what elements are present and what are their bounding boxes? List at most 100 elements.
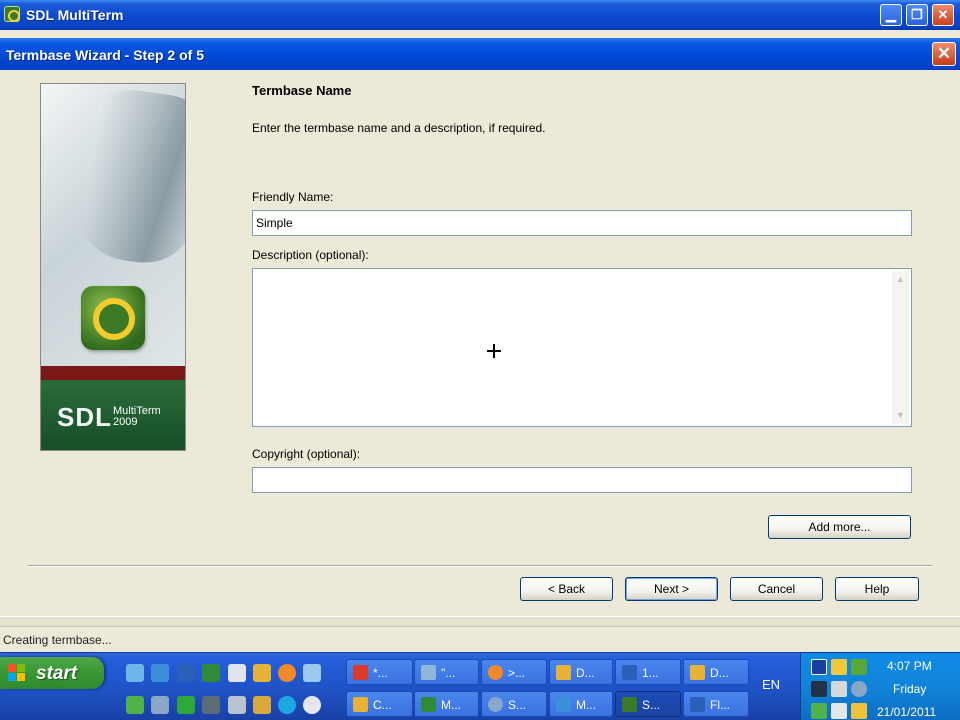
taskbar-button[interactable]: D... <box>683 659 749 685</box>
task-label: *... <box>373 666 388 680</box>
network-icon <box>421 665 436 680</box>
next-button[interactable]: Next > <box>625 577 718 601</box>
dialog-close-button[interactable]: ✕ <box>932 42 956 66</box>
system-tray: 4:07 PM Friday 21/01/2011 <box>800 653 960 720</box>
taskbar-button-active[interactable]: S... <box>615 691 681 717</box>
scroll-up-icon[interactable]: ▲ <box>892 271 909 288</box>
task-label: M... <box>441 698 461 712</box>
firefox-icon[interactable] <box>278 664 296 682</box>
friendly-name-label: Friendly Name: <box>252 190 334 204</box>
ie-icon[interactable] <box>126 664 144 682</box>
taskbar-button[interactable]: M... <box>549 691 613 717</box>
sdl-brand-text: SDL <box>57 402 112 432</box>
instructions-text: Enter the termbase name and a descriptio… <box>252 121 546 135</box>
app-title-bar[interactable]: SDL MultiTerm ▁ ❐ ✕ <box>0 0 960 30</box>
taskbar-button[interactable]: M... <box>414 691 479 717</box>
back-button[interactable]: < Back <box>520 577 613 601</box>
task-label: S... <box>508 698 527 712</box>
word-icon <box>622 665 637 680</box>
task-label: 1... <box>642 666 659 680</box>
media-icon[interactable] <box>202 696 220 714</box>
folder-icon <box>556 665 571 680</box>
app-close-button[interactable]: ✕ <box>932 4 954 26</box>
globe-icon <box>488 697 503 712</box>
status-text: Creating termbase... <box>3 633 112 647</box>
close-icon: ✕ <box>937 7 949 22</box>
task-label: "... <box>441 666 456 680</box>
monitor-icon[interactable] <box>811 681 827 697</box>
shield-icon[interactable] <box>851 703 867 719</box>
scroll-down-icon[interactable]: ▼ <box>892 407 909 424</box>
task-label: Fl... <box>710 698 730 712</box>
multiterm-icon <box>4 6 20 22</box>
word-icon[interactable] <box>177 664 195 682</box>
image-editor-icon <box>353 665 368 680</box>
taskbar: start *... "... >... D... 1... D... C...… <box>0 652 960 720</box>
language-indicator[interactable]: EN <box>762 677 780 692</box>
restore-icon: ❐ <box>911 7 923 22</box>
multiterm-icon <box>622 697 637 712</box>
taskbar-button[interactable]: 1... <box>615 659 681 685</box>
description-scrollbar[interactable]: ▲ ▼ <box>892 271 909 424</box>
window-icon[interactable] <box>811 659 827 675</box>
task-label: D... <box>576 666 595 680</box>
taskbar-button[interactable]: D... <box>549 659 613 685</box>
product-name-text: MultiTerm 2009 <box>113 406 161 428</box>
utility-icon[interactable] <box>253 696 271 714</box>
folder-icon <box>353 697 368 712</box>
minimize-icon: ▁ <box>886 7 896 22</box>
chrome-icon[interactable] <box>303 696 321 714</box>
excel-icon[interactable] <box>202 664 220 682</box>
dialog-title: Termbase Wizard - Step 2 of 5 <box>6 47 204 63</box>
folder-icon[interactable] <box>253 664 271 682</box>
speaker-icon[interactable] <box>851 681 867 697</box>
taskbar-button[interactable]: S... <box>481 691 547 717</box>
copyright-label: Copyright (optional): <box>252 447 361 461</box>
friendly-name-input[interactable] <box>252 210 912 236</box>
status-bar: Creating termbase... <box>0 626 960 652</box>
description-textarea[interactable]: ▲ ▼ <box>252 268 912 427</box>
multiterm-logo-icon <box>81 286 145 350</box>
update-icon[interactable] <box>831 703 847 719</box>
window-icon[interactable] <box>228 664 246 682</box>
desktop-icon[interactable] <box>126 696 144 714</box>
help-button[interactable]: Help <box>835 577 919 601</box>
maximize-button[interactable]: ❐ <box>906 4 928 26</box>
move-cursor-icon <box>487 344 501 358</box>
start-button[interactable]: start <box>0 657 104 689</box>
security-icon[interactable] <box>811 703 827 719</box>
add-more-button[interactable]: Add more... <box>768 515 911 539</box>
play-icon[interactable] <box>177 696 195 714</box>
taskbar-button[interactable]: Fl... <box>683 691 749 717</box>
app-icon <box>690 697 705 712</box>
folder-icon <box>690 665 705 680</box>
window-edge <box>0 616 960 626</box>
taskbar-button[interactable]: "... <box>414 659 479 685</box>
taskbar-button[interactable]: *... <box>346 659 413 685</box>
excel-icon <box>421 697 436 712</box>
printer-icon[interactable] <box>228 696 246 714</box>
firefox-icon <box>488 665 503 680</box>
close-icon: ✕ <box>936 44 952 63</box>
minimize-button[interactable]: ▁ <box>880 4 902 26</box>
hotkey-icon[interactable] <box>851 659 867 675</box>
skype-icon[interactable] <box>278 696 296 714</box>
ie-icon[interactable] <box>151 664 169 682</box>
app-title: SDL MultiTerm <box>26 7 124 23</box>
taskbar-button[interactable]: >... <box>481 659 547 685</box>
clock-time[interactable]: 4:07 PM <box>887 659 932 673</box>
task-label: C... <box>373 698 392 712</box>
banner-red-band <box>41 366 185 380</box>
task-label: S... <box>642 698 661 712</box>
description-label: Description (optional): <box>252 248 369 262</box>
document-icon[interactable] <box>303 664 321 682</box>
cancel-button[interactable]: Cancel <box>730 577 823 601</box>
termbase-wizard-dialog: Termbase Wizard - Step 2 of 5 ✕ SDL Mult… <box>0 38 960 616</box>
messenger-icon[interactable] <box>831 659 847 675</box>
wizard-side-banner: SDL MultiTerm 2009 <box>40 83 186 451</box>
copyright-input[interactable] <box>252 467 912 493</box>
taskbar-button[interactable]: C... <box>346 691 413 717</box>
tools-icon[interactable] <box>151 696 169 714</box>
dialog-title-bar[interactable]: Termbase Wizard - Step 2 of 5 ✕ <box>0 38 960 70</box>
usb-icon[interactable] <box>831 681 847 697</box>
